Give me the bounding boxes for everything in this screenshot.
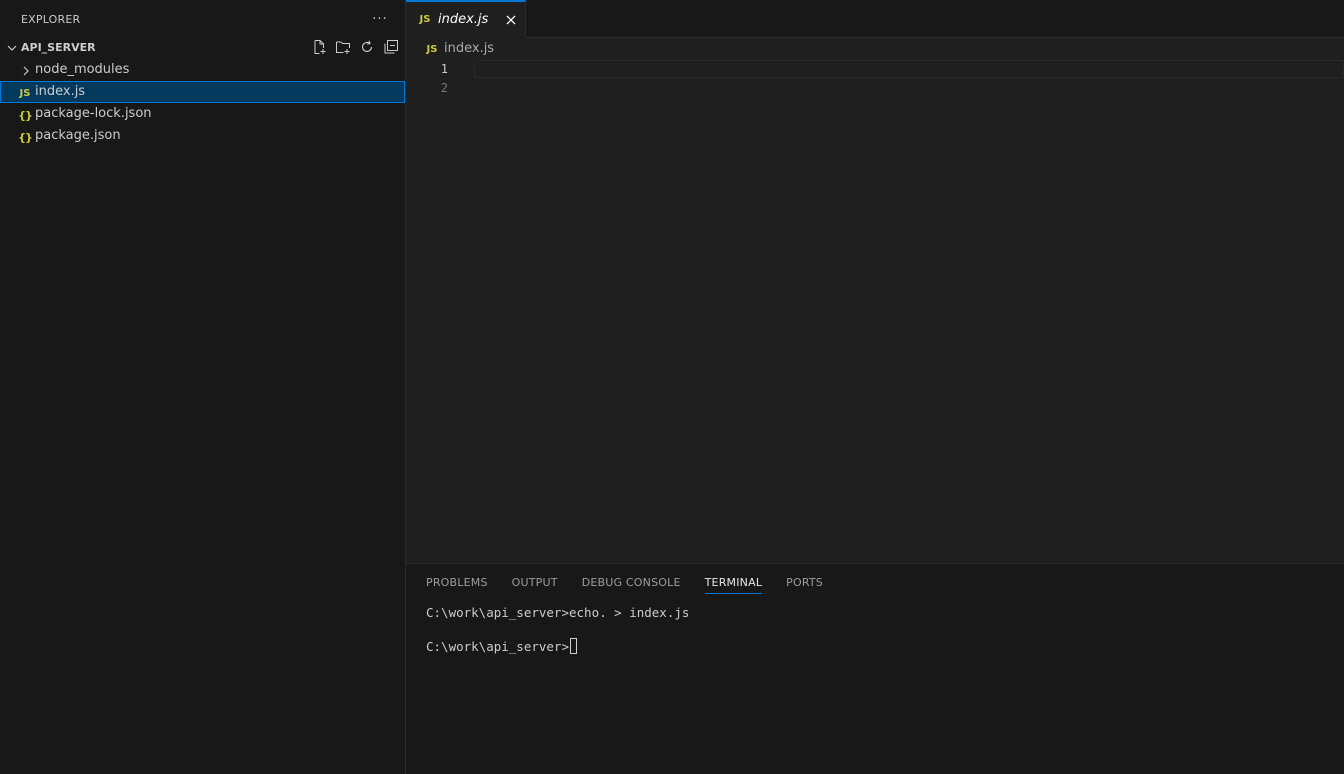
explorer-header: EXPLORER ··· [0,0,405,38]
line-number: 2 [440,81,448,95]
close-icon[interactable] [504,13,518,27]
terminal-prompt-line: C:\work\api_server> [426,638,1326,655]
folder-actions [311,39,399,55]
panel-tabs: PROBLEMS OUTPUT DEBUG CONSOLE TERMINAL P… [426,576,847,594]
terminal-cursor [570,638,577,654]
breadcrumb-file[interactable]: index.js [444,41,494,56]
code-line: 1 [406,60,1344,79]
tree-item-label: package.json [35,128,121,143]
explorer-title: EXPLORER [21,12,81,26]
tab-index-js[interactable]: JS index.js [406,0,526,38]
file-tree: node_modules JS index.js {} package-lock… [0,59,405,147]
workspace-folder-header[interactable]: API_SERVER [0,38,405,58]
breadcrumb: JS index.js [406,38,1344,60]
json-file-icon: {} [18,108,33,122]
terminal-line: C:\work\api_server>echo. > index.js [426,605,690,620]
tree-item-package-json[interactable]: {} package.json [0,125,405,147]
chevron-right-icon [23,66,29,76]
tree-item-package-lock-json[interactable]: {} package-lock.json [0,103,405,125]
bottom-panel: PROBLEMS OUTPUT DEBUG CONSOLE TERMINAL P… [406,563,1344,774]
tree-item-label: package-lock.json [35,106,152,121]
tab-terminal[interactable]: TERMINAL [704,576,763,594]
tab-ports[interactable]: PORTS [786,576,823,594]
editor-tab-bar: JS index.js [406,0,1344,38]
tab-output[interactable]: OUTPUT [512,576,558,594]
javascript-file-icon: JS [19,87,31,99]
new-folder-icon[interactable] [335,39,351,55]
terminal-output[interactable]: C:\work\api_server>echo. > index.js C:\w… [426,604,1326,655]
tree-item-label: index.js [35,84,86,99]
more-actions-icon[interactable]: ··· [371,11,389,27]
javascript-file-icon: JS [419,13,431,25]
tab-debug-console[interactable]: DEBUG CONSOLE [582,576,681,594]
editor-group: JS index.js JS index.js 1 2 [406,0,1344,563]
vscode-window: EXPLORER ··· API_SERVER node_modules JS … [0,0,1344,774]
line-number: 1 [440,62,448,76]
text-cursor [474,61,476,78]
collapse-all-icon[interactable] [383,39,399,55]
current-line-highlight [474,60,1344,78]
workspace-folder-name: API_SERVER [21,41,96,54]
javascript-file-icon: JS [426,43,438,55]
tab-label: index.js [438,12,489,27]
explorer-sidebar: EXPLORER ··· API_SERVER node_modules JS … [0,0,406,774]
json-file-icon: {} [18,130,33,144]
code-line: 2 [406,79,1344,98]
tree-item-node-modules[interactable]: node_modules [0,59,405,81]
tree-item-index-js[interactable]: JS index.js [0,81,405,103]
new-file-icon[interactable] [311,39,327,55]
tree-item-label: node_modules [35,62,130,77]
terminal-prompt: C:\work\api_server> [426,639,569,654]
chevron-down-icon [7,45,17,51]
tab-problems[interactable]: PROBLEMS [426,576,488,594]
code-editor[interactable]: 1 2 [406,60,1344,563]
refresh-icon[interactable] [359,39,375,55]
